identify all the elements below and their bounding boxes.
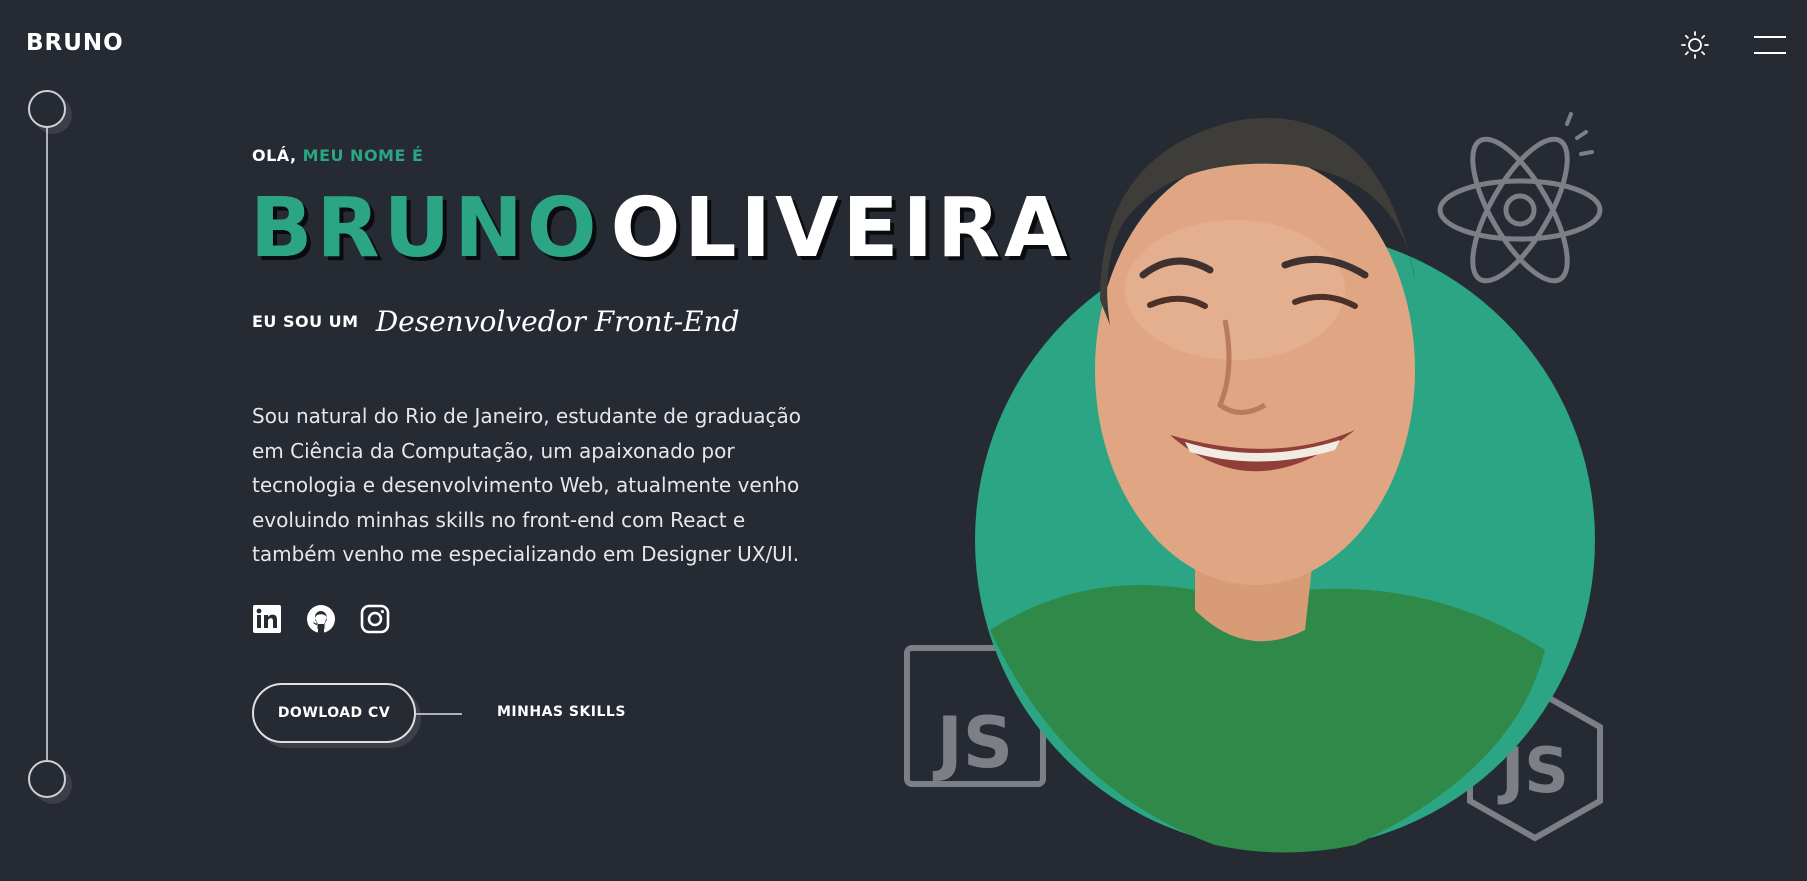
bio-text: Sou natural do Rio de Janeiro, estudante… bbox=[252, 404, 801, 566]
timeline-dot-bottom bbox=[28, 760, 66, 798]
hamburger-menu-icon[interactable] bbox=[1754, 36, 1786, 56]
download-cv-button[interactable]: DOWLOAD CV bbox=[252, 683, 416, 743]
svg-text:JS: JS bbox=[933, 702, 1013, 784]
site-logo[interactable]: BRUNO bbox=[26, 30, 124, 56]
role-title: Desenvolvedor Front-End bbox=[375, 305, 740, 338]
timeline-dot-top bbox=[28, 90, 66, 128]
menu-bar-bottom bbox=[1754, 52, 1786, 54]
timeline-line bbox=[46, 126, 48, 760]
button-connector-line bbox=[416, 713, 462, 715]
hero-illustration: JS JS bbox=[895, 70, 1615, 870]
github-icon[interactable] bbox=[306, 604, 336, 634]
react-icon bbox=[1437, 112, 1603, 284]
greeting: OLÁ, MEU NOME É bbox=[252, 146, 423, 165]
first-name: BRUNO bbox=[250, 181, 601, 276]
my-skills-link[interactable]: MINHAS SKILLS bbox=[497, 704, 626, 720]
linkedin-icon[interactable] bbox=[252, 604, 282, 634]
greeting-prefix: OLÁ, bbox=[252, 146, 297, 165]
instagram-icon[interactable] bbox=[360, 604, 390, 634]
role-line: EU SOU UM Desenvolvedor Front-End bbox=[252, 305, 740, 338]
profile-photo bbox=[975, 118, 1595, 853]
sun-icon[interactable] bbox=[1680, 30, 1710, 60]
role-prefix: EU SOU UM bbox=[252, 312, 359, 331]
greeting-accent: MEU NOME É bbox=[302, 146, 424, 165]
menu-bar-top bbox=[1754, 36, 1786, 38]
